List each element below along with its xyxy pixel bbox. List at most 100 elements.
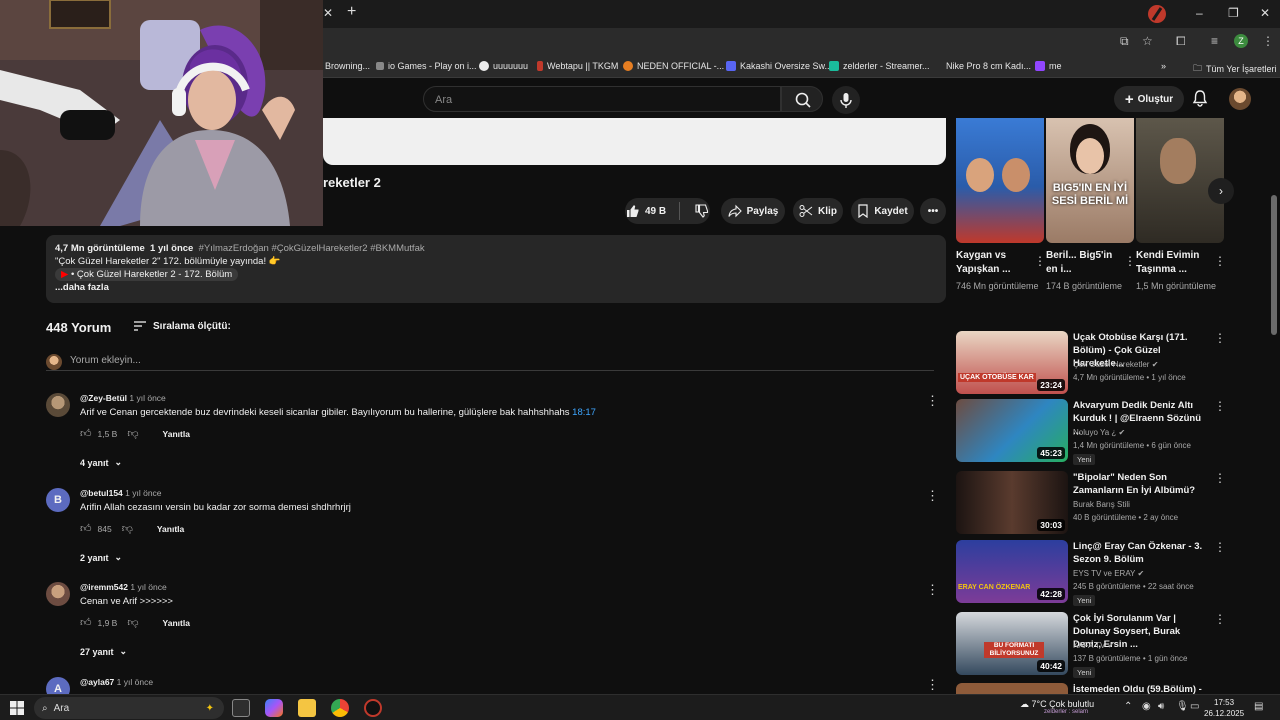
thumbs-down-icon[interactable]: 👎︎ — [127, 616, 138, 629]
thumbs-down-icon[interactable]: 👎︎ — [122, 522, 133, 535]
sort-button[interactable]: Sıralama ölçütü: — [133, 320, 231, 332]
bookmark-item[interactable]: zelderler - Streamer... — [829, 61, 930, 71]
copilot-icon[interactable] — [265, 699, 283, 717]
channel-name[interactable]: EYS TV ve ERAY — [1073, 569, 1135, 578]
comment-author[interactable]: @iremm542 — [80, 582, 128, 592]
shorts-more-icon[interactable]: ⋮ — [1124, 254, 1136, 268]
comment-time[interactable]: 1 yıl önce — [125, 488, 161, 498]
comment-more-icon[interactable]: ⋮ — [926, 488, 939, 504]
share-button[interactable]: Paylaş — [721, 198, 785, 224]
video-more-icon[interactable]: ⋮ — [1214, 399, 1226, 413]
shorts-card[interactable]: Kendi Evimin Taşınma ... 1,5 Mn görüntül… — [1136, 118, 1226, 293]
all-bookmarks[interactable]: 🗀 Tüm Yer İşaretleri — [1193, 61, 1277, 77]
record-icon[interactable]: ◉ — [1142, 701, 1151, 712]
reply-button[interactable]: Yanıtla — [157, 524, 184, 534]
bookmark-item[interactable]: io Games - Play on i... — [376, 61, 477, 71]
thumbs-down-icon[interactable]: 👎︎ — [127, 427, 138, 440]
speaker-icon[interactable]: 🔊︎ — [1158, 701, 1164, 712]
replies-toggle[interactable]: 4 yanıt ⌄ — [80, 457, 122, 468]
notifications-bell-icon[interactable] — [1192, 89, 1208, 107]
obs-icon[interactable] — [364, 699, 382, 717]
video-more-icon[interactable]: ⋮ — [1214, 331, 1226, 345]
shorts-more-icon[interactable]: ⋮ — [1214, 254, 1226, 268]
bookmark-item[interactable]: Nike Pro 8 cm Kadı... — [946, 61, 1031, 71]
close-tab-icon[interactable]: ✕ — [323, 6, 333, 20]
thumbs-up-icon[interactable]: 👍︎ — [80, 427, 92, 440]
reply-button[interactable]: Yanıtla — [163, 429, 190, 439]
channel-name[interactable]: Çok Güzel Hareketler — [1073, 360, 1149, 369]
channel-name[interactable]: Burak Barış Stili — [1073, 500, 1130, 509]
comment-more-icon[interactable]: ⋮ — [926, 393, 939, 409]
minimize-icon[interactable]: – — [1196, 6, 1203, 20]
bookmark-item[interactable]: Webtapu || TKGM — [537, 61, 618, 71]
thumbs-down-icon[interactable] — [695, 204, 709, 218]
chrome-icon[interactable] — [331, 699, 349, 717]
windows-start-icon[interactable] — [10, 701, 24, 715]
menu-kebab-icon[interactable]: ⋮ — [1262, 34, 1274, 48]
notification-center-icon[interactable]: ▤ — [1254, 701, 1263, 712]
comment-author[interactable]: @Zey-Betül — [80, 393, 127, 403]
replies-toggle[interactable]: 27 yanıt ⌄ — [80, 646, 127, 657]
like-button[interactable]: 49 B — [625, 198, 710, 224]
bookmarks-overflow-icon[interactable]: » — [1161, 61, 1166, 71]
account-avatar[interactable] — [1229, 88, 1251, 110]
bookmark-star-icon[interactable]: ☆ — [1142, 34, 1153, 48]
bookmark-item[interactable]: Kakashi Oversize Sw... — [726, 61, 832, 71]
new-tab-icon[interactable]: + — [347, 3, 356, 21]
hashtags[interactable]: #YılmazErdoğan #ÇokGüzelHareketler2 #BKM… — [199, 243, 425, 254]
channel-name[interactable]: KAFA TV — [1073, 641, 1105, 650]
shorts-card[interactable]: BIG5'IN EN İYİ SESİ BERİL Mİ Beril... Bi… — [1046, 118, 1136, 293]
search-button[interactable] — [781, 86, 823, 112]
comment-timestamp-link[interactable]: 18:17 — [572, 407, 596, 418]
clock[interactable]: 17:53 26.12.2025 — [1204, 697, 1244, 719]
extensions-icon[interactable]: ⧠ — [1176, 34, 1186, 49]
mic-icon[interactable]: 🎙︎ — [1176, 701, 1189, 712]
voice-search-button[interactable] — [832, 86, 860, 114]
network-icon[interactable]: ▭ — [1190, 701, 1199, 712]
taskbar-search[interactable]: ⌕ Ara ✦ — [34, 697, 224, 719]
bookmark-item[interactable]: uuuuuuu — [479, 61, 528, 71]
thumbs-up-icon[interactable]: 👍︎ — [80, 522, 92, 535]
commenter-avatar[interactable]: B — [46, 488, 70, 512]
recommended-video[interactable]: ERAY CAN ÖZKENAR 42:28 Linç@ Eray Can Öz… — [956, 540, 1226, 606]
video-more-icon[interactable]: ⋮ — [1214, 612, 1226, 626]
recommended-video[interactable]: UÇAK OTOBÜSE KAR 23:24 Uçak Otobüse Karş… — [956, 331, 1226, 395]
shorts-card[interactable]: Kaygan vs Yapışkan ... 746 Mn görüntülem… — [956, 118, 1046, 293]
comment-author[interactable]: @betul154 — [80, 488, 123, 498]
restore-icon[interactable]: ❐ — [1228, 6, 1239, 20]
commenter-avatar[interactable]: A — [46, 677, 70, 694]
bookmark-item[interactable]: Browning... — [325, 61, 370, 71]
media-control-icon[interactable]: ≡ — [1211, 34, 1218, 48]
bookmark-item[interactable]: NEDEN OFFICIAL -... — [623, 61, 724, 71]
install-app-icon[interactable]: ⧉ — [1120, 34, 1129, 49]
weather-widget[interactable]: ☁ 7°C Çok bulutlu zelderler : selam — [1020, 699, 1094, 715]
comment-time[interactable]: 1 yıl önce — [130, 582, 166, 592]
channel-name[interactable]: Noluyo Ya ¿ — [1073, 428, 1116, 437]
comment-time[interactable]: 1 yıl önce — [129, 393, 165, 403]
commenter-avatar[interactable] — [46, 582, 70, 606]
shorts-more-icon[interactable]: ⋮ — [1034, 254, 1046, 268]
close-window-icon[interactable]: ✕ — [1260, 6, 1270, 20]
comment-time[interactable]: 1 yıl önce — [117, 677, 153, 687]
page-scrollbar[interactable] — [1271, 195, 1277, 335]
recommended-video[interactable]: İstemeden Oldu (59.Bölüm) - — [956, 683, 1226, 694]
profile-avatar[interactable]: Z — [1234, 34, 1248, 48]
chapter-chip[interactable]: ▶ • Çok Güzel Hareketler 2 - 172. Bölüm — [55, 268, 239, 281]
commenter-avatar[interactable] — [46, 393, 70, 417]
file-explorer-icon[interactable] — [298, 699, 316, 717]
comment-more-icon[interactable]: ⋮ — [926, 677, 939, 693]
description-box[interactable]: 4,7 Mn görüntüleme 1 yıl önce #YılmazErd… — [46, 235, 946, 303]
reply-button[interactable]: Yanıtla — [163, 618, 190, 628]
recommended-video[interactable]: 45:23 Akvaryum Dedik Deniz Altı Kurduk !… — [956, 399, 1226, 465]
task-view-icon[interactable] — [232, 699, 250, 717]
bookmark-item[interactable]: me — [1035, 61, 1062, 71]
show-more-link[interactable]: ...daha fazla — [55, 281, 937, 294]
video-more-icon[interactable]: ⋮ — [1214, 540, 1226, 554]
replies-toggle[interactable]: 2 yanıt ⌄ — [80, 552, 122, 563]
shorts-next-button[interactable]: › — [1208, 178, 1234, 204]
recommended-video[interactable]: 30:03 "Bipolar" Neden Son Zamanların En … — [956, 471, 1226, 535]
video-more-icon[interactable]: ⋮ — [1214, 471, 1226, 485]
more-actions-button[interactable]: ••• — [920, 198, 946, 224]
thumbs-up-icon[interactable]: 👍︎ — [80, 616, 92, 629]
comment-author[interactable]: @ayla67 — [80, 677, 114, 687]
